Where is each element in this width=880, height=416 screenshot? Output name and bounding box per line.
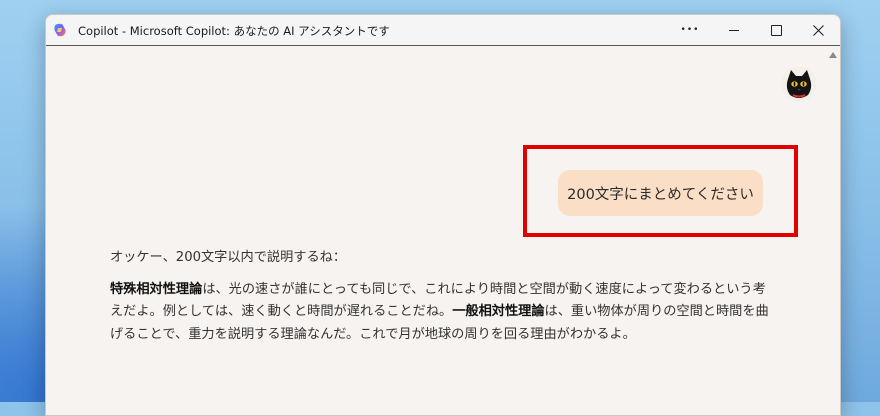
close-icon [812, 24, 824, 36]
copilot-window: Copilot - Microsoft Copilot: あなたの AI アシス… [45, 14, 841, 416]
assistant-reply: オッケー、200文字以内で説明するね： 特殊相対性理論は、光の速さが誰にとっても… [110, 247, 770, 346]
maximize-button[interactable] [754, 15, 798, 45]
highlight-box [523, 145, 798, 237]
scrollbar[interactable] [827, 46, 840, 415]
black-cat-avatar [781, 66, 817, 102]
scroll-up-arrow-icon[interactable] [829, 52, 837, 58]
reply-body: 特殊相対性理論は、光の速さが誰にとっても同じで、これにより時間と空間が動く速度に… [110, 279, 770, 347]
term-general-relativity: 一般相対性理論 [452, 304, 545, 319]
reply-intro: オッケー、200文字以内で説明するね： [110, 250, 347, 265]
term-special-relativity: 特殊相対性理論 [110, 281, 203, 297]
close-button[interactable] [796, 15, 840, 45]
maximize-icon [770, 24, 782, 36]
minimize-icon [729, 29, 739, 31]
copilot-logo-icon [54, 23, 66, 37]
ellipsis-icon: ••• [680, 25, 700, 35]
minimize-button[interactable] [712, 15, 756, 45]
title-bar[interactable]: Copilot - Microsoft Copilot: あなたの AI アシス… [46, 15, 840, 46]
more-options-button[interactable]: ••• [668, 15, 712, 45]
window-title: Copilot - Microsoft Copilot: あなたの AI アシス… [78, 24, 390, 38]
